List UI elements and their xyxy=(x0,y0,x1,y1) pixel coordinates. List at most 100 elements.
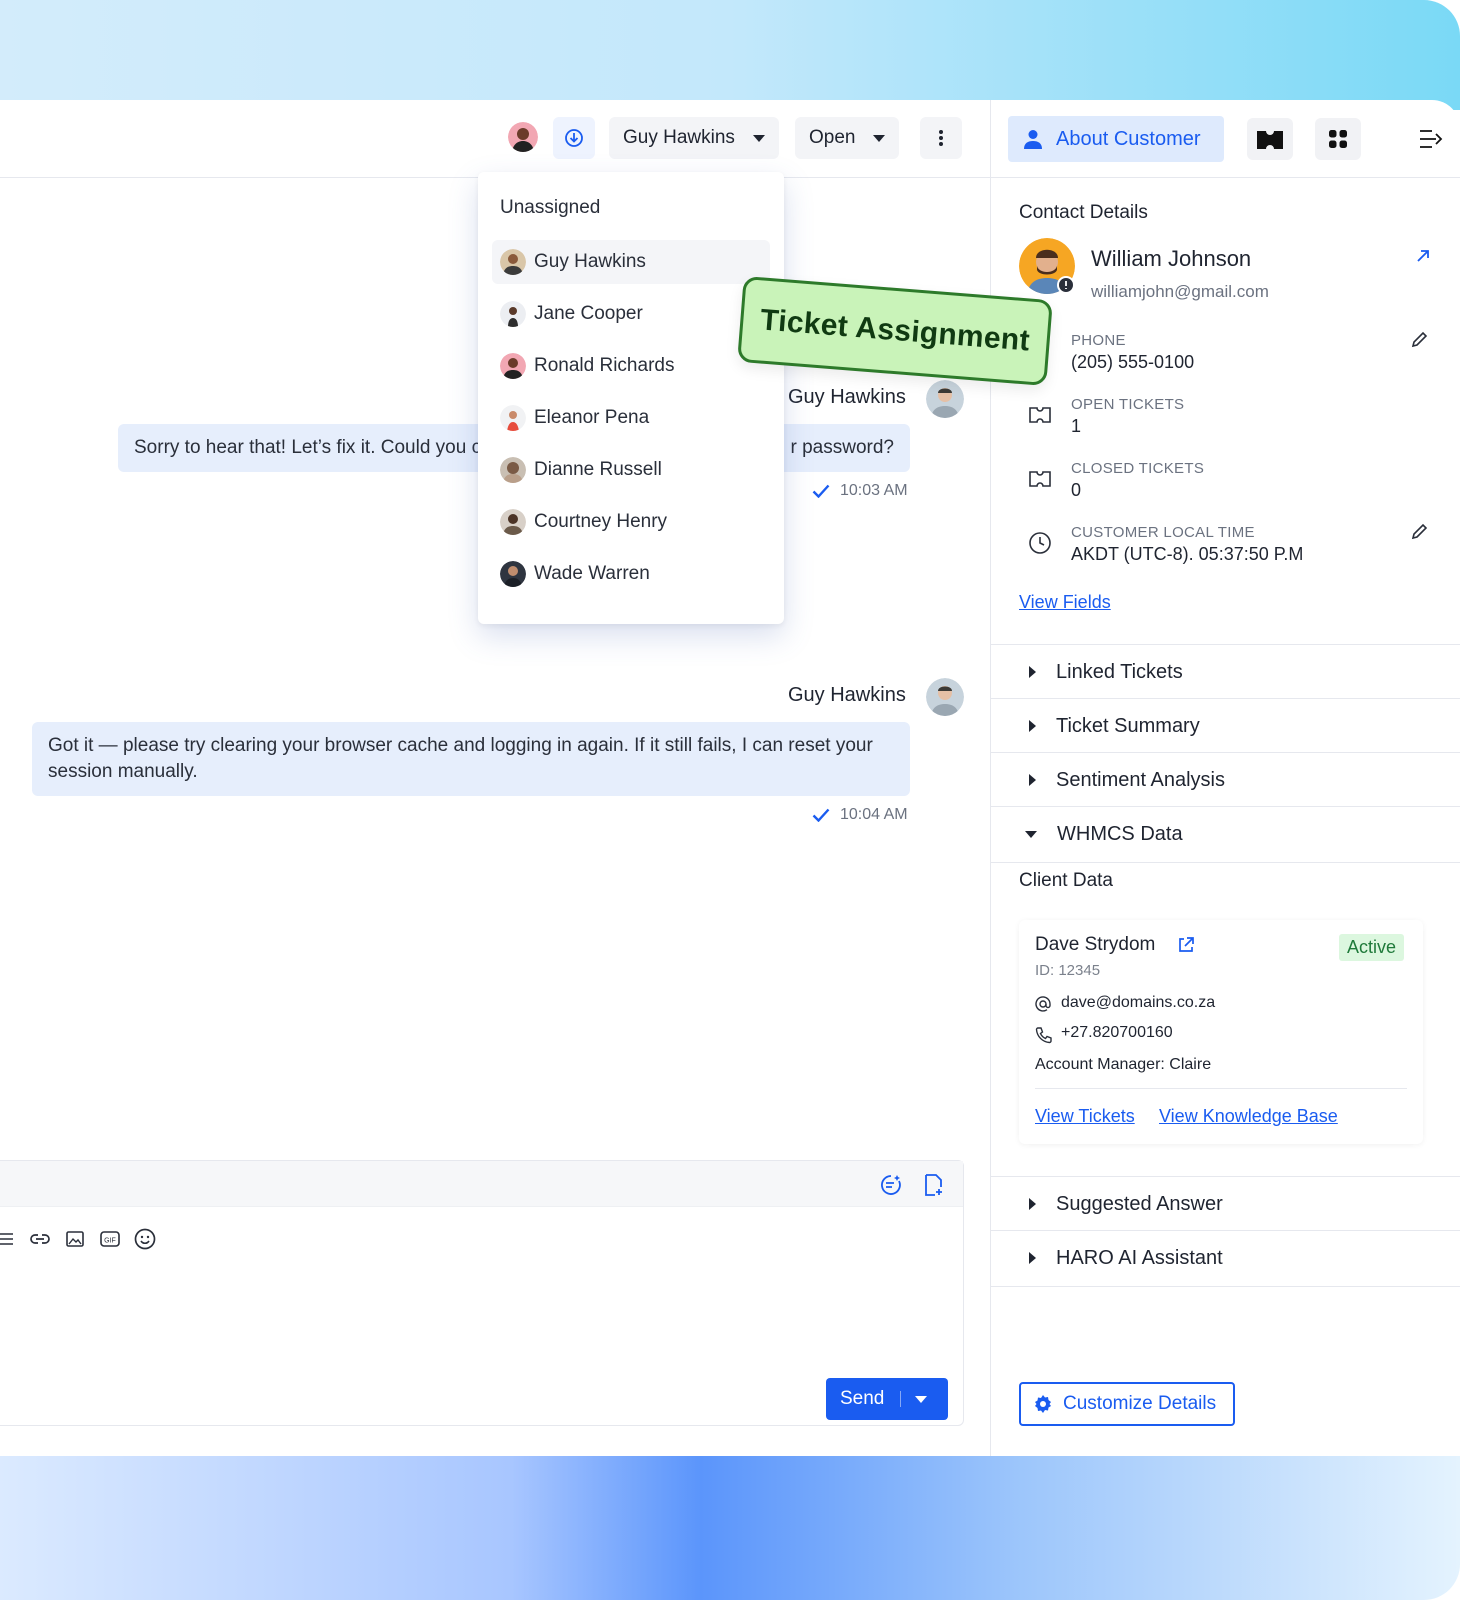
agent-avatar xyxy=(500,301,526,327)
send-button-label: Send xyxy=(840,1388,885,1409)
accordion-label: Ticket Summary xyxy=(1056,714,1200,737)
gear-icon xyxy=(1035,1395,1051,1413)
emoji-icon[interactable] xyxy=(133,1227,157,1251)
phone-value: (205) 555-0100 xyxy=(1071,352,1195,372)
menu-item-agent[interactable]: Courtney Henry xyxy=(492,500,770,544)
user-icon xyxy=(1024,130,1042,149)
closed-tickets-value: 0 xyxy=(1071,480,1082,500)
open-tickets-label: OPEN TICKETS xyxy=(1071,396,1185,413)
accordion-linked-tickets[interactable]: Linked Tickets xyxy=(991,644,1460,699)
caret-right-icon xyxy=(1029,720,1036,732)
clock-icon xyxy=(1025,528,1055,558)
ticket-icon xyxy=(1257,131,1283,149)
image-icon[interactable] xyxy=(65,1229,85,1249)
menu-item-label: Unassigned xyxy=(500,197,601,218)
customer-sidebar: About Customer Contact Details William J… xyxy=(991,100,1460,1456)
divider xyxy=(991,1286,1460,1287)
contact-details-title: Contact Details xyxy=(1019,202,1148,223)
link-icon[interactable] xyxy=(29,1229,51,1249)
customize-details-label: Customize Details xyxy=(1063,1393,1217,1414)
accordion-label: WHMCS Data xyxy=(1057,822,1183,845)
chevron-down-icon[interactable] xyxy=(915,1395,928,1403)
message-time-text: 10:04 AM xyxy=(840,806,908,823)
menu-item-agent[interactable]: Wade Warren xyxy=(492,552,770,596)
chevron-down-icon xyxy=(752,134,765,142)
list-icon[interactable] xyxy=(0,1231,15,1247)
view-knowledge-base-link[interactable]: View Knowledge Base xyxy=(1159,1106,1338,1127)
agent-avatar xyxy=(500,457,526,483)
client-data-title: Client Data xyxy=(1019,870,1113,891)
chevron-down-icon xyxy=(873,134,886,142)
accordion-suggested-answer[interactable]: Suggested Answer xyxy=(991,1176,1460,1231)
edit-phone-icon[interactable] xyxy=(1411,330,1429,348)
grid-icon xyxy=(1329,130,1347,148)
account-manager: Account Manager: Claire xyxy=(1035,1056,1212,1073)
agent-avatar xyxy=(500,509,526,535)
menu-item-agent[interactable]: Ronald Richards xyxy=(492,344,770,388)
divider xyxy=(991,862,1460,863)
view-fields-link[interactable]: View Fields xyxy=(1019,592,1111,613)
accordion-label: HARO AI Assistant xyxy=(1056,1246,1223,1269)
assignee-dropdown-label: Guy Hawkins xyxy=(623,127,735,148)
caret-down-icon xyxy=(1025,830,1037,838)
closed-tickets-icon xyxy=(1025,464,1055,494)
client-email: dave@domains.co.za xyxy=(1061,994,1216,1011)
menu-item-agent[interactable]: Jane Cooper xyxy=(492,292,770,336)
message-time: 10:04 AM xyxy=(812,806,908,824)
current-agent-avatar[interactable] xyxy=(508,122,538,152)
open-external-icon[interactable] xyxy=(1177,936,1195,954)
assignee-dropdown[interactable]: Guy Hawkins xyxy=(609,117,779,159)
apps-tab[interactable] xyxy=(1315,118,1361,160)
accordion-sentiment-analysis[interactable]: Sentiment Analysis xyxy=(991,752,1460,807)
menu-item-label: Jane Cooper xyxy=(534,303,643,324)
message-text: Got it — please try clearing your browse… xyxy=(48,735,873,782)
ai-rewrite-icon[interactable] xyxy=(879,1173,903,1197)
sender-avatar xyxy=(926,380,964,418)
closed-tickets-label: CLOSED TICKETS xyxy=(1071,460,1205,477)
caret-right-icon xyxy=(1029,1198,1036,1210)
gif-icon[interactable]: GIF xyxy=(99,1229,121,1249)
more-options-icon[interactable] xyxy=(920,117,962,159)
status-indicator-icon xyxy=(1057,276,1075,294)
status-dropdown-label: Open xyxy=(809,127,856,148)
menu-item-label: Wade Warren xyxy=(534,563,650,584)
view-tickets-link[interactable]: View Tickets xyxy=(1035,1106,1135,1127)
local-time-label: CUSTOMER LOCAL TIME xyxy=(1071,524,1255,541)
edit-local-time-icon[interactable] xyxy=(1411,522,1429,540)
background-top-gradient xyxy=(0,0,1460,110)
sender-avatar xyxy=(926,678,964,716)
accordion-whmcs-data[interactable]: WHMCS Data xyxy=(991,806,1460,861)
message-sender: Guy Hawkins xyxy=(788,684,906,706)
menu-item-agent[interactable]: Dianne Russell xyxy=(492,448,770,492)
sidebar-toolbar: About Customer xyxy=(991,100,1460,178)
download-icon[interactable] xyxy=(553,117,595,159)
menu-item-unassigned[interactable]: Unassigned xyxy=(492,186,770,230)
at-icon xyxy=(1035,996,1051,1012)
tickets-tab[interactable] xyxy=(1247,118,1293,160)
menu-item-agent[interactable]: Guy Hawkins xyxy=(492,240,770,284)
open-external-icon[interactable] xyxy=(1415,248,1431,264)
menu-item-label: Ronald Richards xyxy=(534,355,675,376)
menu-item-agent[interactable]: Eleanor Pena xyxy=(492,396,770,440)
open-tickets-icon xyxy=(1025,400,1055,430)
local-time-value: AKDT (UTC-8). 05:37:50 P.M xyxy=(1071,544,1304,564)
svg-text:GIF: GIF xyxy=(104,1238,116,1245)
message-bubble: Got it — please try clearing your browse… xyxy=(32,722,910,796)
accordion-haro-ai-assistant[interactable]: HARO AI Assistant xyxy=(991,1230,1460,1285)
ticket-toolbar: Guy Hawkins Open xyxy=(0,100,990,178)
message-time: 10:03 AM xyxy=(812,482,908,500)
template-icon[interactable] xyxy=(923,1173,945,1197)
caret-right-icon xyxy=(1029,1252,1036,1264)
tab-about-customer[interactable]: About Customer xyxy=(1008,116,1224,162)
caret-right-icon xyxy=(1029,666,1036,678)
status-dropdown[interactable]: Open xyxy=(795,117,900,159)
client-card: Dave Strydom Active ID: 12345 dave@domai… xyxy=(1019,920,1423,1144)
send-button[interactable]: Send xyxy=(826,1378,948,1420)
accordion-ticket-summary[interactable]: Ticket Summary xyxy=(991,698,1460,753)
menu-item-label: Dianne Russell xyxy=(534,459,662,480)
phone-icon xyxy=(1035,1027,1052,1044)
agent-avatar xyxy=(500,353,526,379)
app-window: Guy Hawkins Open Unassigned Guy Hawkins … xyxy=(0,100,1460,1456)
customize-details-button[interactable]: Customize Details xyxy=(1019,1382,1235,1426)
collapse-sidebar-icon[interactable] xyxy=(1419,128,1443,150)
